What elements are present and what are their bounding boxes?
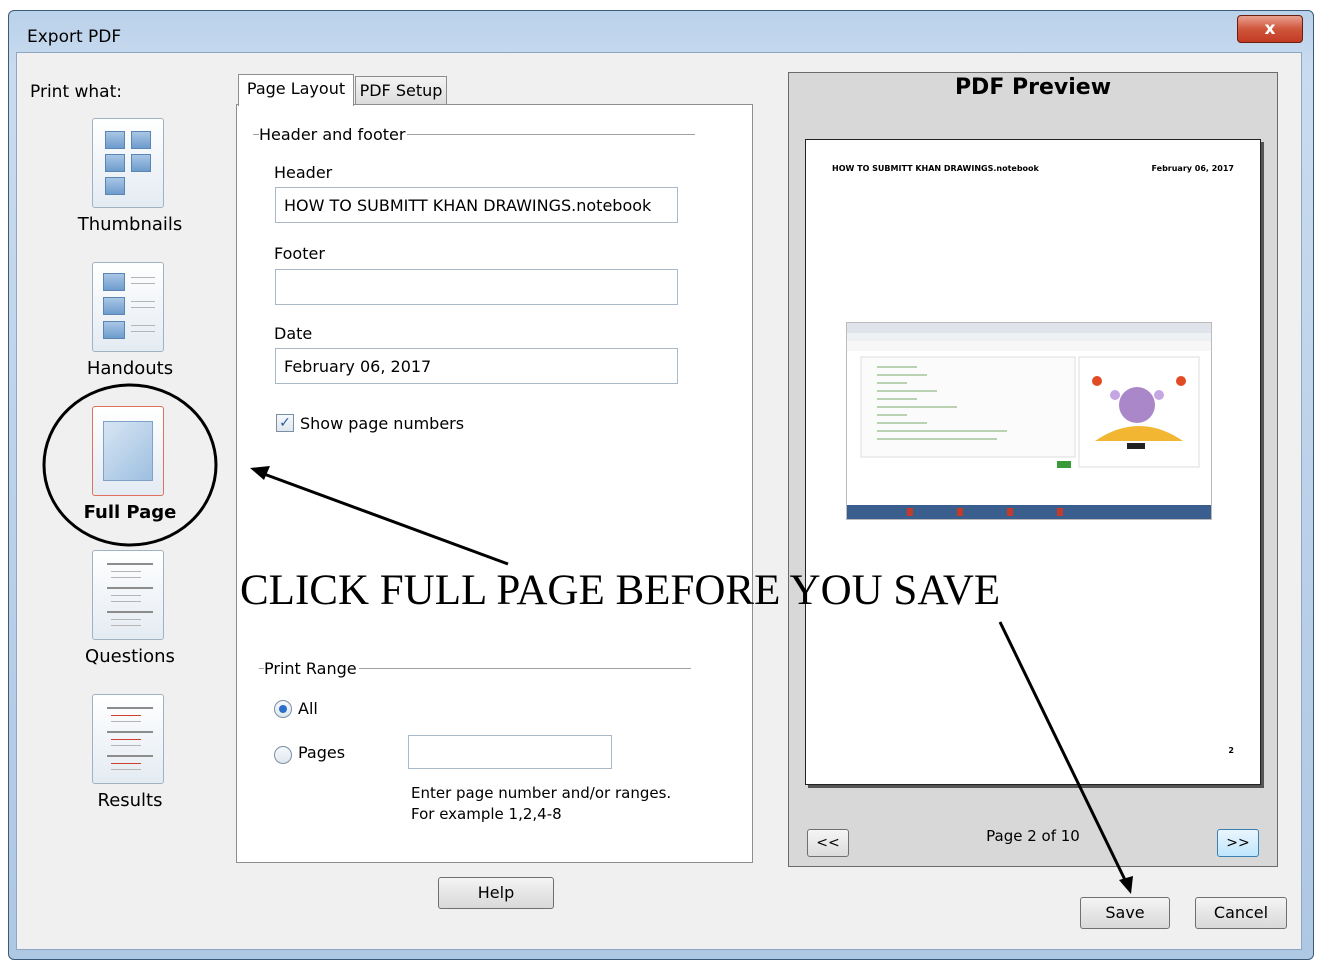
annotation-overlay bbox=[42, 383, 1133, 894]
tab-page-layout[interactable]: Page Layout bbox=[238, 74, 354, 106]
annotation-arrow-to-full-page bbox=[263, 472, 509, 566]
annotation-circle bbox=[42, 383, 218, 547]
annotation-arrow-to-save bbox=[998, 621, 1128, 883]
annotation-arrowhead-down bbox=[1119, 876, 1133, 894]
annotation-arrowhead-left bbox=[250, 466, 270, 480]
